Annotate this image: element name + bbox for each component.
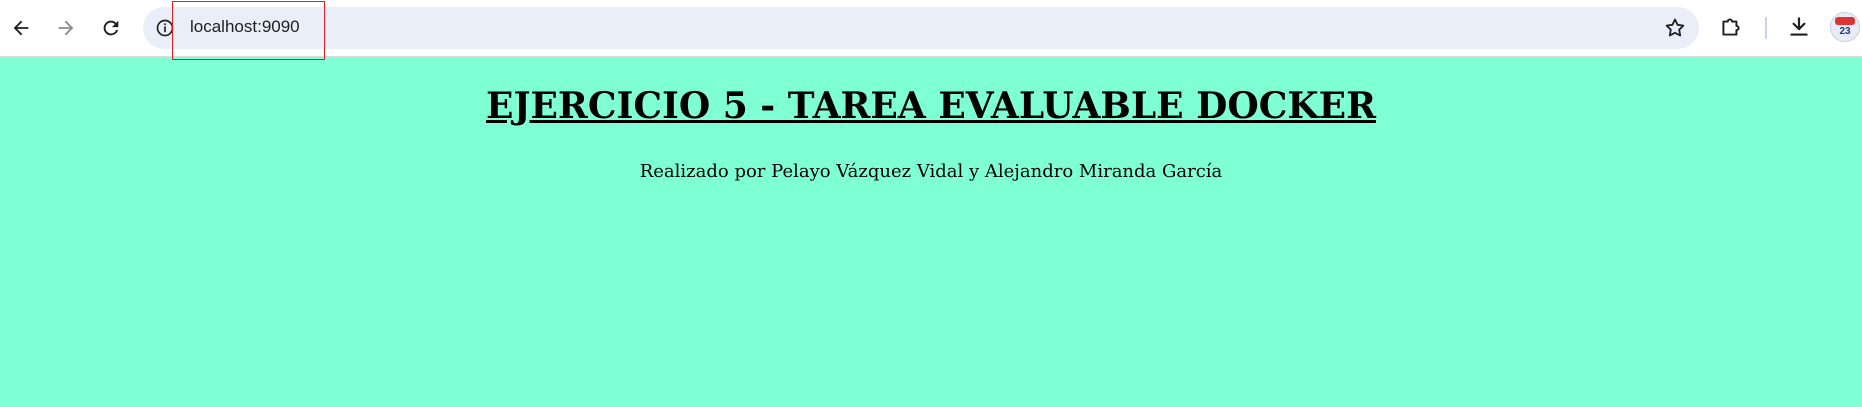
browser-toolbar: localhost:9090 23 xyxy=(0,0,1862,60)
avatar-logo-stripe xyxy=(1835,17,1855,25)
forward-button[interactable] xyxy=(48,10,84,46)
page-subtitle: Realizado por Pelayo Vázquez Vidal y Ale… xyxy=(639,161,1223,182)
url-highlight-box xyxy=(172,1,325,60)
reload-icon xyxy=(103,20,119,36)
download-icon[interactable] xyxy=(1786,14,1812,40)
back-button[interactable] xyxy=(3,10,39,46)
reload-button[interactable] xyxy=(93,10,129,46)
avatar-badge: 23 xyxy=(1839,26,1851,37)
forward-arrow-icon xyxy=(58,20,74,36)
bookmark-star-icon[interactable] xyxy=(1663,16,1687,40)
address-bar[interactable]: localhost:9090 xyxy=(143,7,1699,49)
page-content: EJERCICIO 5 - TAREA EVALUABLE DOCKER Rea… xyxy=(0,57,1862,407)
back-arrow-icon xyxy=(13,20,29,36)
profile-avatar[interactable]: 23 xyxy=(1830,12,1860,42)
toolbar-divider xyxy=(1765,17,1767,39)
extensions-icon[interactable] xyxy=(1718,14,1744,40)
page-title: EJERCICIO 5 - TAREA EVALUABLE DOCKER xyxy=(486,85,1376,127)
